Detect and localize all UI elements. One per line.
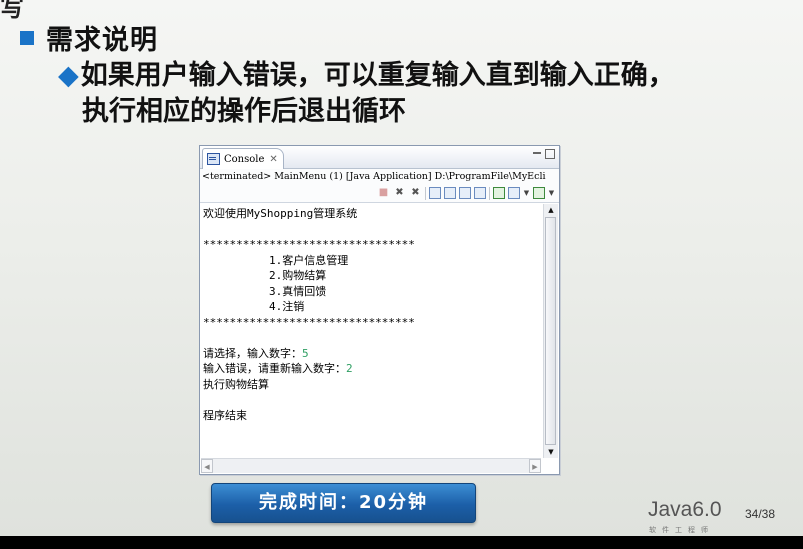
remove-launch-icon[interactable]: ✖: [393, 187, 406, 199]
output-line: 欢迎使用MyShopping管理系统: [203, 207, 358, 220]
pin-console-icon[interactable]: [493, 187, 505, 199]
console-output[interactable]: 欢迎使用MyShopping管理系统 *********************…: [200, 203, 540, 458]
slide: 写 需求说明 ◆如果用户输入错误，可以重复输入直到输入正确， 执行相应的操作后退…: [0, 0, 803, 536]
toolbar-separator: [425, 186, 426, 200]
display-console-icon[interactable]: [508, 187, 520, 199]
bullet-line-2: 执行相应的操作后退出循环: [82, 96, 406, 127]
minimize-button[interactable]: [533, 152, 541, 162]
chevron-down-icon[interactable]: ▼: [523, 187, 530, 199]
scroll-right-icon[interactable]: ▶: [529, 459, 541, 473]
toolbar-separator: [489, 186, 490, 200]
completion-time-button: 完成时间：20分钟: [211, 483, 476, 523]
output-line: 输入错误，请重新输入数字：2: [203, 361, 540, 377]
user-input-text: 5: [302, 346, 309, 360]
word-wrap-icon[interactable]: [459, 187, 471, 199]
show-console-icon[interactable]: [474, 187, 486, 199]
section-heading: 需求说明: [20, 18, 158, 57]
prompt-text: 请选择，输入数字：: [203, 346, 302, 360]
tab-console[interactable]: Console ✕: [202, 148, 284, 169]
output-line: 3.真情回馈: [269, 284, 327, 298]
maximize-button[interactable]: [545, 149, 555, 159]
console-icon: [207, 153, 220, 165]
output-line: 2.购物结算: [269, 269, 327, 282]
close-icon[interactable]: ✕: [269, 154, 277, 165]
console-status: <terminated> MainMenu (1) [Java Applicat…: [200, 169, 559, 184]
brand-logo: Java6.0 软件工程师: [648, 498, 722, 534]
horizontal-scrollbar[interactable]: ◀ ▶: [201, 458, 541, 473]
output-line: 1.客户信息管理: [269, 253, 349, 267]
bullet-line-1: 如果用户输入错误，可以重复输入直到输入正确，: [80, 60, 675, 91]
window-controls: [533, 149, 555, 162]
output-line: 执行购物结算: [203, 377, 269, 391]
output-line: 请选择，输入数字：5: [203, 346, 540, 362]
scroll-lock-icon[interactable]: [444, 187, 456, 199]
brand-subtitle: 软件工程师: [649, 526, 714, 534]
output-line: 4.注销: [269, 300, 305, 313]
output-line: 程序结束: [203, 408, 247, 422]
console-window: Console ✕ <terminated> MainMenu (1) [Jav…: [199, 145, 560, 475]
scroll-down-icon[interactable]: ▼: [544, 446, 558, 458]
page-number: 34/38: [745, 507, 776, 521]
tab-console-label: Console: [224, 153, 265, 165]
diamond-bullet-icon: ◆: [58, 60, 79, 91]
prompt-text: 输入错误，请重新输入数字：: [203, 362, 346, 375]
output-line: ********************************: [203, 315, 415, 329]
scrollbar-thumb[interactable]: [545, 217, 556, 445]
console-toolbar: ■ ✖ ✖ ▼ ▼: [200, 184, 559, 203]
vertical-scrollbar[interactable]: ▲ ▼: [543, 204, 558, 458]
requirement-bullet: ◆如果用户输入错误，可以重复输入直到输入正确， 执行相应的操作后退出循环: [58, 58, 758, 130]
console-tabbar: Console ✕: [200, 146, 559, 169]
open-console-icon[interactable]: [533, 187, 545, 199]
remove-all-launches-icon[interactable]: ✖: [409, 187, 422, 199]
square-bullet-icon: [20, 30, 34, 45]
scroll-up-icon[interactable]: ▲: [544, 204, 558, 216]
user-input-text: 2: [346, 362, 353, 375]
section-heading-text: 需求说明: [46, 25, 158, 56]
scroll-left-icon[interactable]: ◀: [201, 459, 213, 473]
brand-name: Java6.0: [648, 498, 722, 521]
clear-console-icon[interactable]: [429, 187, 441, 199]
terminate-icon[interactable]: ■: [377, 187, 390, 199]
chevron-down-icon[interactable]: ▼: [548, 187, 555, 199]
output-line: ********************************: [203, 238, 415, 251]
